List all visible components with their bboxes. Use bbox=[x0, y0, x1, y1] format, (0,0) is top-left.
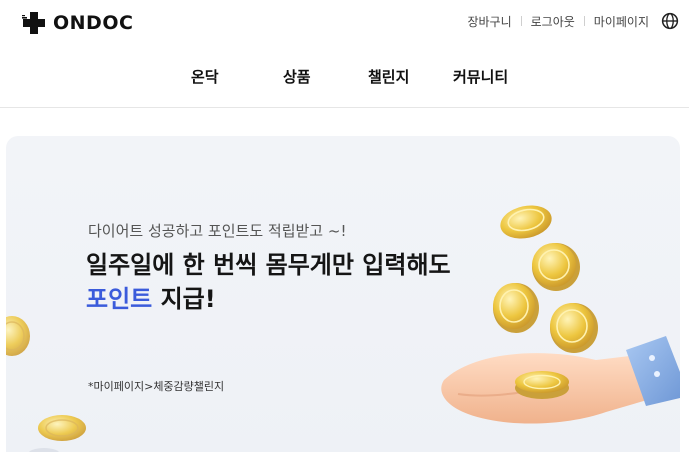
cart-link[interactable]: 장바구니 bbox=[467, 13, 511, 30]
coin-icon bbox=[532, 243, 580, 291]
logout-link[interactable]: 로그아웃 bbox=[531, 13, 575, 30]
divider bbox=[583, 16, 585, 26]
site-header: ONDOC 장바구니 로그아웃 마이페이지 온닥 상품 챌린지 커뮤니티 bbox=[0, 0, 689, 108]
mypage-link[interactable]: 마이페이지 bbox=[594, 13, 649, 30]
utility-nav: 장바구니 로그아웃 마이페이지 bbox=[467, 12, 679, 30]
nav-item-community[interactable]: 커뮤니티 bbox=[453, 66, 508, 87]
headline-line-1: 일주일에 한 번씩 몸무게만 입력해도 bbox=[86, 251, 451, 279]
globe-icon[interactable] bbox=[661, 12, 679, 30]
medical-cross-logo-icon bbox=[22, 12, 45, 34]
brand-name: ONDOC bbox=[53, 12, 134, 34]
nav-item-challenge[interactable]: 챌린지 bbox=[368, 66, 409, 87]
nav-item-ondoc[interactable]: 온닥 bbox=[191, 66, 219, 87]
headline-line-2: 지급! bbox=[152, 285, 216, 313]
banner-subtitle: 다이어트 성공하고 포인트도 적립받고 ~! bbox=[88, 222, 347, 240]
main-nav: 온닥 상품 챌린지 커뮤니티 bbox=[0, 66, 689, 90]
coin-icon bbox=[493, 283, 539, 333]
coin-icon bbox=[550, 303, 598, 353]
promo-banner[interactable]: 다이어트 성공하고 포인트도 적립받고 ~! 일주일에 한 번씩 몸무게만 입력… bbox=[6, 136, 680, 452]
coin-icon bbox=[38, 415, 86, 441]
coin-icon bbox=[515, 371, 569, 399]
brand-logo[interactable]: ONDOC bbox=[22, 10, 133, 36]
banner-headline: 일주일에 한 번씩 몸무게만 입력해도 포인트 지급! bbox=[86, 248, 451, 316]
banner-path-note: *마이페이지>체중감량챌린지 bbox=[88, 380, 225, 393]
divider bbox=[520, 16, 522, 26]
headline-highlight: 포인트 bbox=[86, 285, 153, 313]
coin-icon bbox=[500, 205, 552, 239]
nav-item-products[interactable]: 상품 bbox=[283, 66, 311, 87]
coin-icon bbox=[6, 316, 30, 356]
